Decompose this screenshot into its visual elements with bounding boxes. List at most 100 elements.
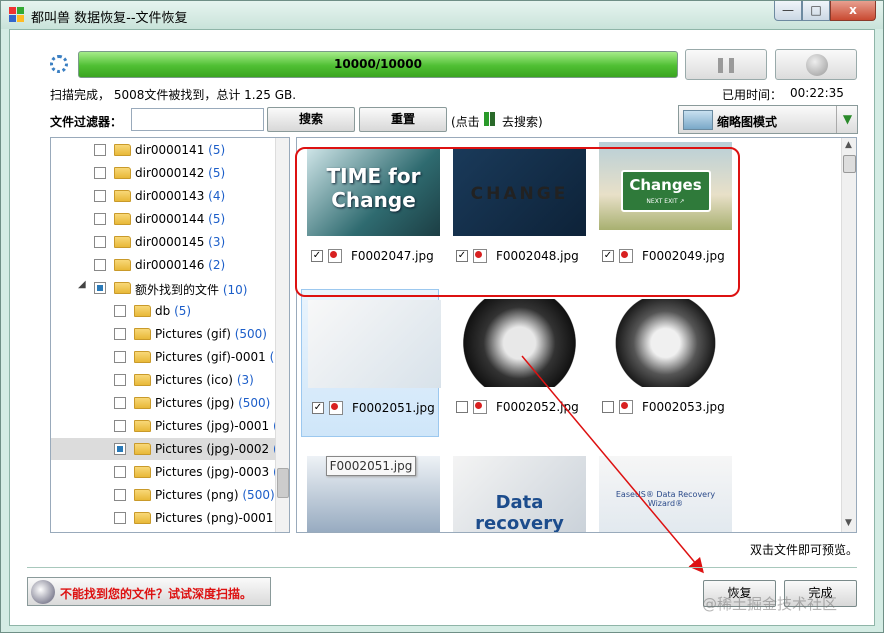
pause-button[interactable] <box>685 49 767 80</box>
tree-node-checkbox[interactable] <box>94 167 106 179</box>
tree-node[interactable]: Pictures (jpg) (500) <box>51 392 281 414</box>
tree-node[interactable]: dir0000143 (4) <box>51 185 281 207</box>
tree-node-checkbox[interactable] <box>94 236 106 248</box>
view-mode-dropdown[interactable]: 缩略图模式 ▼ <box>678 105 858 134</box>
tree-node-checkbox[interactable] <box>114 374 126 386</box>
tree-node-label: Pictures (jpg)-0001 ( <box>155 419 278 433</box>
tree-node-label: 额外找到的文件 (10) <box>135 281 247 298</box>
tree-node[interactable]: Pictures (ico) (3) <box>51 369 281 391</box>
filename-tooltip: F0002051.jpg <box>326 456 416 476</box>
tree-node-checkbox[interactable] <box>114 512 126 524</box>
tree-node-checkbox[interactable] <box>114 443 126 455</box>
expand-toggle-icon[interactable]: ◢ <box>78 279 86 290</box>
tree-node-label: dir0000146 (2) <box>135 258 225 272</box>
tree-node[interactable]: dir0000146 (2) <box>51 254 281 276</box>
tree-node[interactable]: db (5) <box>51 300 281 322</box>
file-thumbnail[interactable]: Data recovery <box>453 456 586 533</box>
watermark-text: @稀土掘金技术社区 <box>702 595 838 613</box>
tree-node[interactable]: Pictures (jpg)-0003 ( <box>51 461 281 483</box>
file-checkbox[interactable] <box>602 401 614 413</box>
tree-node-name: dir0000146 <box>135 258 205 272</box>
tree-node[interactable]: Pictures (gif)-0001 (5 <box>51 346 281 368</box>
folder-icon <box>134 374 151 386</box>
tree-node-checkbox[interactable] <box>114 466 126 478</box>
title-bar[interactable]: 都叫兽 数据恢复--文件恢复 — □ x <box>1 1 883 29</box>
tree-node[interactable]: dir0000142 (5) <box>51 162 281 184</box>
deep-scan-label: 不能找到您的文件？试试深度扫描。 <box>60 587 253 601</box>
dropdown-arrow-icon[interactable]: ▼ <box>836 106 858 133</box>
tree-node[interactable]: Pictures (jpg)-0002 ( <box>51 438 281 460</box>
tree-node-checkbox[interactable] <box>114 420 126 432</box>
tree-node[interactable]: dir0000144 (5) <box>51 208 281 230</box>
tree-node-name: 额外找到的文件 <box>135 283 220 297</box>
file-tile[interactable]: F0002052.jpg <box>447 289 586 437</box>
tree-node-checkbox[interactable] <box>114 397 126 409</box>
close-button[interactable]: x <box>830 1 876 21</box>
file-tile[interactable]: F0002053.jpg <box>593 289 732 437</box>
grid-scrollbar[interactable]: ▲ ▼ <box>841 138 856 532</box>
file-checkbox[interactable]: ✓ <box>312 402 324 414</box>
tree-node-label: dir0000141 (5) <box>135 143 225 157</box>
deep-scan-button[interactable]: 不能找到您的文件？试试深度扫描。 <box>27 577 271 606</box>
tree-node-name: Pictures (jpg)-0001 <box>155 419 270 433</box>
tree-node-name: db <box>155 304 171 318</box>
tree-node[interactable]: Pictures (jpg)-0001 ( <box>51 415 281 437</box>
tree-node[interactable]: ◢ 额外找到的文件 (10) <box>51 277 281 299</box>
scroll-down-icon[interactable]: ▼ <box>845 518 852 528</box>
thumbnail-caption: Data recovery <box>475 492 564 533</box>
tree-node-checkbox[interactable] <box>114 351 126 363</box>
tree-node-label: dir0000145 (3) <box>135 235 225 249</box>
file-filter-input[interactable] <box>131 108 264 131</box>
tree-node-checkbox[interactable] <box>94 282 106 294</box>
tree-node-checkbox[interactable] <box>114 328 126 340</box>
tree-node-count: (3) <box>208 235 226 249</box>
tree-node[interactable]: dir0000145 (3) <box>51 231 281 253</box>
file-name: F0002053.jpg <box>642 400 725 414</box>
file-name: F0002052.jpg <box>496 400 579 414</box>
tree-node-label: Pictures (jpg)-0002 ( <box>155 442 278 456</box>
scan-progress-bar: 10000/10000 <box>78 51 678 78</box>
tree-node-checkbox[interactable] <box>114 489 126 501</box>
tree-node-checkbox[interactable] <box>94 144 106 156</box>
maximize-button[interactable]: □ <box>802 1 830 21</box>
tree-node[interactable]: dir0000141 (5) <box>51 139 281 161</box>
search-button[interactable]: 搜索 <box>267 107 355 132</box>
stop-icon <box>806 54 828 76</box>
tree-node-checkbox[interactable] <box>94 190 106 202</box>
reset-button[interactable]: 重置 <box>359 107 447 132</box>
tree-node-checkbox[interactable] <box>94 259 106 271</box>
file-checkbox[interactable] <box>456 401 468 413</box>
file-tile[interactable]: EaseUS® Data Recovery Wizard® <box>593 446 732 532</box>
elapsed-time-label: 已用时间： <box>722 88 783 102</box>
tree-scroll-thumb[interactable] <box>277 468 289 498</box>
folder-tree[interactable]: dir0000141 (5) dir0000142 (5) dir0000143 (… <box>50 137 290 533</box>
tree-node-name: Pictures (png) <box>155 488 239 502</box>
magnifier-icon <box>31 580 55 604</box>
tree-node-checkbox[interactable] <box>114 305 126 317</box>
minimize-button[interactable]: — <box>774 1 802 21</box>
tree-node-count: (5) <box>208 143 226 157</box>
tree-node[interactable]: Pictures (png) (500) <box>51 484 281 506</box>
tree-node[interactable]: Pictures (png)-0001 ( <box>51 507 281 529</box>
file-tile[interactable]: Data recovery <box>447 446 586 533</box>
pause-icon-bar <box>729 58 734 73</box>
folder-icon <box>134 466 151 478</box>
tree-scrollbar[interactable] <box>275 138 289 532</box>
file-thumbnail[interactable] <box>599 299 732 387</box>
view-mode-label: 缩略图模式 <box>717 115 778 129</box>
file-thumbnail[interactable] <box>308 300 441 388</box>
tree-node-name: dir0000142 <box>135 166 205 180</box>
tree-node[interactable]: Pictures (gif) (500) <box>51 323 281 345</box>
tree-node-label: db (5) <box>155 304 191 318</box>
tree-node-checkbox[interactable] <box>94 213 106 225</box>
loading-spinner-icon <box>50 55 68 73</box>
grid-scroll-thumb[interactable] <box>843 155 856 173</box>
tree-node-label: Pictures (gif)-0001 (5 <box>155 350 281 364</box>
file-tile[interactable]: ✓ F0002051.jpg <box>301 289 441 437</box>
scroll-up-icon[interactable]: ▲ <box>845 140 852 150</box>
folder-icon <box>134 397 151 409</box>
tree-node-name: dir0000144 <box>135 212 205 226</box>
file-thumbnail[interactable] <box>453 299 586 387</box>
file-thumbnail[interactable]: EaseUS® Data Recovery Wizard® <box>599 456 732 532</box>
stop-button[interactable] <box>775 49 857 80</box>
